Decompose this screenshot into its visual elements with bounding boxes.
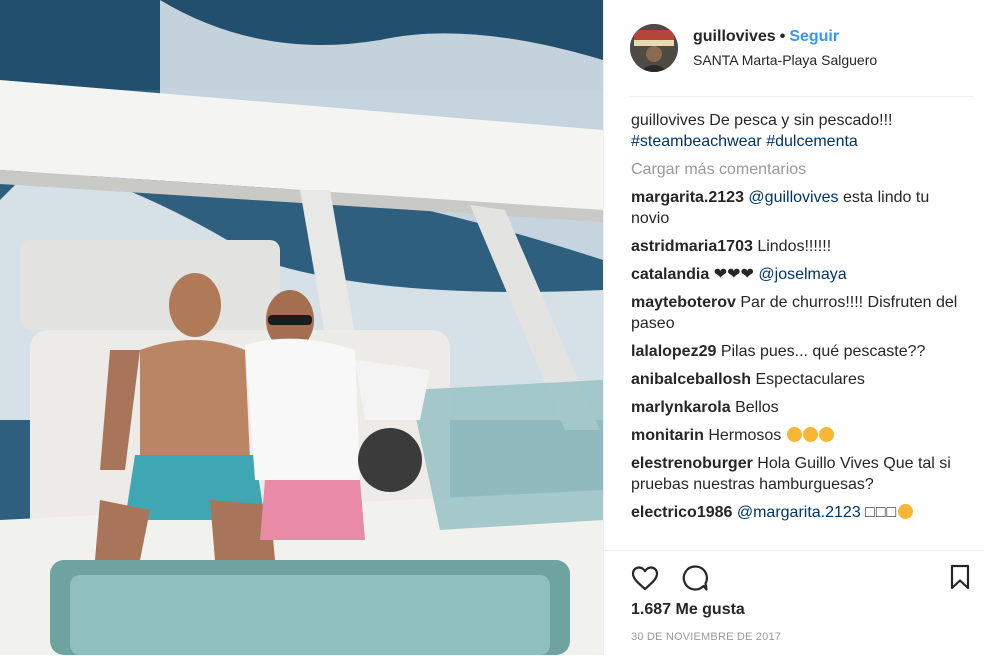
comment-username[interactable]: lalalopez29	[631, 343, 716, 360]
smile-emoji-icon	[818, 427, 834, 442]
caption-username[interactable]: guillovives	[631, 112, 705, 129]
post-photo[interactable]	[0, 0, 603, 655]
comment-item: catalandia ❤❤❤ @joselmaya	[631, 264, 961, 285]
post-sidebar: guillovives • Seguir SANTA Marta-Playa Sal…	[604, 0, 984, 656]
location-link[interactable]: SANTA Marta-Playa Salguero	[693, 52, 877, 68]
header-divider	[630, 96, 974, 97]
mention-link[interactable]: @guillovives	[748, 189, 838, 206]
comment-text: Hermosos	[708, 427, 782, 444]
comment-item: marlynkarola Bellos	[631, 397, 961, 418]
likes-count[interactable]: 1.687 Me gusta	[631, 601, 745, 619]
speech-bubble-icon[interactable]	[681, 564, 709, 597]
comment-item: monitarin Hermosos	[631, 425, 961, 446]
header-text: guillovives • Seguir SANTA Marta-Playa Sal…	[693, 28, 877, 68]
comment-item: electrico1986 @margarita.2123 □□□	[631, 502, 961, 523]
comment-username[interactable]: monitarin	[631, 427, 704, 444]
post-header: guillovives • Seguir SANTA Marta-Playa Sal…	[604, 0, 984, 96]
sad-emoji-icon	[898, 504, 914, 519]
comment-username[interactable]: catalandia	[631, 266, 709, 283]
header-username[interactable]: guillovives	[693, 28, 776, 45]
comment-item: mayteboterov Par de churros!!!! Disfrute…	[631, 292, 961, 334]
comment-text: Pilas pues... qué pescaste??	[720, 343, 926, 360]
hashtag-link[interactable]: #dulcementa	[766, 133, 858, 150]
caption-text: De pesca y sin pescado!!!	[709, 112, 893, 129]
comment-text: Bellos	[735, 399, 779, 416]
comment-item: astridmaria1703 Lindos!!!!!!	[631, 236, 961, 257]
comment-username[interactable]: marlynkarola	[631, 399, 731, 416]
comment-text: Lindos!!!!!!	[757, 238, 832, 255]
comment-item: elestrenoburger Hola Guillo Vives Que ta…	[631, 453, 961, 495]
separator-dot: •	[779, 28, 786, 45]
comment-item: margarita.2123 @guillovives esta lindo t…	[631, 187, 961, 229]
mention-link[interactable]: @margarita.2123	[737, 504, 861, 521]
avatar-image	[630, 24, 678, 72]
avatar[interactable]	[630, 24, 678, 72]
follow-button[interactable]: Seguir	[789, 28, 839, 45]
comment-username[interactable]: mayteboterov	[631, 294, 736, 311]
comment-username[interactable]: elestrenoburger	[631, 455, 753, 472]
mention-link[interactable]: @joselmaya	[758, 266, 846, 283]
load-more-comments-button[interactable]: Cargar más comentarios	[631, 159, 961, 180]
post-date[interactable]: 30 DE NOVIEMBRE DE 2017	[631, 631, 781, 643]
comments-list: guillovives De pesca y sin pescado!!! #s…	[631, 110, 961, 550]
bookmark-icon[interactable]	[949, 564, 971, 595]
comment-text: □□□	[865, 504, 898, 521]
hashtag-link[interactable]: #steambeachwear	[631, 133, 762, 150]
comment-username[interactable]: electrico1986	[631, 504, 732, 521]
comment-username[interactable]: margarita.2123	[631, 189, 744, 206]
comment-username[interactable]: astridmaria1703	[631, 238, 753, 255]
kiss-emoji-icon	[802, 427, 818, 442]
kiss-emoji-icon	[786, 427, 802, 442]
header-user-line: guillovives • Seguir	[693, 28, 877, 46]
comment-username[interactable]: anibalceballosh	[631, 371, 751, 388]
boat-photo-illustration	[0, 0, 603, 655]
comment-text: Espectaculares	[755, 371, 865, 388]
post-caption: guillovives De pesca y sin pescado!!! #s…	[631, 110, 961, 152]
comment-item: anibalceballosh Espectaculares	[631, 369, 961, 390]
post-actions: 1.687 Me gusta 30 DE NOVIEMBRE DE 2017	[604, 550, 984, 656]
heart-outline-icon[interactable]	[631, 565, 659, 596]
comment-text: ❤❤❤	[713, 266, 754, 283]
comment-item: lalalopez29 Pilas pues... qué pescaste??	[631, 341, 961, 362]
